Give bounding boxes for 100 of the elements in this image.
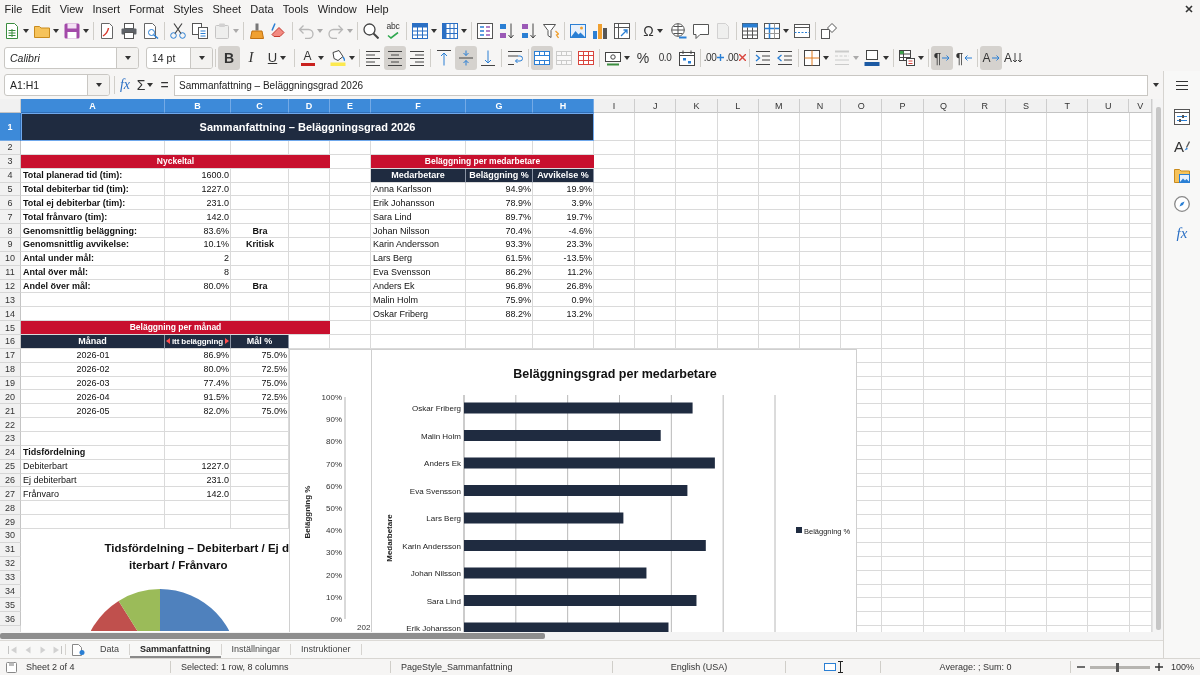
overflow-arrow-icon — [225, 338, 229, 345]
row-header[interactable]: 6 — [0, 196, 21, 211]
menu-item[interactable]: File — [0, 0, 27, 17]
scrollbar-thumb[interactable] — [0, 633, 545, 639]
employee-name: Anna Karlsson — [373, 184, 432, 194]
row-header[interactable]: 30 — [0, 529, 21, 543]
function-wizard-button[interactable]: fx — [117, 74, 133, 96]
row-header[interactable]: 35 — [0, 598, 21, 613]
menu-item[interactable]: View — [55, 0, 88, 17]
column-header[interactable]: G — [466, 99, 533, 113]
row-header[interactable]: 15 — [0, 321, 21, 336]
align-center-button[interactable] — [384, 45, 406, 70]
scrollbar-thumb[interactable] — [1155, 107, 1161, 630]
add-sheet-button[interactable] — [69, 641, 87, 658]
row-header[interactable]: 14 — [0, 307, 21, 322]
column-header[interactable]: F — [371, 99, 466, 113]
delete-decimal-button[interactable]: .00 — [725, 45, 747, 70]
add-decimal-button[interactable]: .00 — [703, 45, 725, 70]
row-header[interactable]: 28 — [0, 501, 21, 516]
category-label: Eva Svensson — [409, 486, 461, 496]
metric-value: 8 — [224, 267, 229, 278]
special-character-button[interactable]: Ω — [638, 18, 668, 43]
row-header[interactable]: 20 — [0, 390, 21, 405]
column-header[interactable]: D — [289, 99, 330, 113]
merge-center-button[interactable] — [531, 45, 553, 70]
percentage-value: 75.9% — [505, 294, 531, 305]
menu-item[interactable]: Sheet — [207, 0, 246, 17]
column-header[interactable]: E — [330, 99, 371, 113]
styles-button[interactable]: A — [1169, 133, 1195, 159]
column-header[interactable]: C — [231, 99, 289, 113]
menu-item[interactable]: Data — [245, 0, 279, 17]
row-header[interactable]: 16 — [0, 335, 21, 349]
column-header[interactable]: H — [533, 99, 594, 113]
row-header[interactable]: 9 — [0, 238, 21, 252]
column-heading: Månad — [21, 335, 165, 349]
vertical-text-button[interactable]: A — [1002, 45, 1024, 70]
tick-label: 50% — [326, 504, 342, 513]
text-direction-button[interactable]: A — [980, 45, 1002, 70]
percentage-value: 3.9% — [571, 197, 592, 208]
zoom-in-button[interactable] — [1155, 663, 1163, 671]
dropdown-button[interactable] — [87, 75, 109, 95]
row-header[interactable]: 29 — [0, 515, 21, 530]
employee-name: Sara Lind — [373, 211, 412, 222]
italic-button[interactable]: I — [240, 45, 262, 70]
spelling-button[interactable]: abc — [382, 18, 404, 43]
row-header[interactable]: 36 — [0, 612, 21, 627]
sheet-title: Sammanfattning – Beläggningsgrad 2026 — [21, 113, 594, 141]
selection-info: Selected: 1 row, 8 columns — [181, 662, 289, 672]
text-cursor-icon — [837, 661, 843, 673]
column-header[interactable]: A — [21, 99, 165, 113]
formula-button[interactable]: = — [157, 74, 172, 96]
row-header[interactable]: 8 — [0, 224, 21, 238]
row-header[interactable]: 23 — [0, 432, 21, 446]
font-color-button[interactable]: A — [297, 45, 327, 70]
font-name-field[interactable]: Calibri — [4, 46, 139, 69]
scissors-icon — [170, 22, 186, 39]
menu-item[interactable]: Help — [361, 0, 394, 17]
row-header[interactable]: 7 — [0, 210, 21, 225]
menu-item[interactable]: Styles — [168, 0, 208, 17]
merged-cells-icon — [556, 49, 572, 66]
sheet-tab[interactable]: Data — [90, 641, 129, 658]
menu-item[interactable]: Window — [313, 0, 362, 17]
tick-label: 70% — [326, 459, 342, 469]
two-pages-icon — [192, 22, 208, 39]
formula-input-field[interactable]: Sammanfattning – Beläggningsgrad 2026 — [174, 74, 1148, 96]
dropdown-button[interactable] — [190, 47, 212, 68]
sum-button[interactable]: Σ — [133, 74, 157, 96]
left-to-right-button[interactable]: ¶ — [931, 45, 953, 70]
font-size-field[interactable]: 14 pt — [146, 46, 213, 69]
window-sliders-icon — [1174, 109, 1190, 125]
row-header[interactable]: 2 — [0, 141, 21, 155]
bold-button[interactable]: B — [218, 45, 240, 70]
right-to-left-button[interactable]: ¶ — [953, 45, 975, 70]
row-header[interactable]: 1 — [0, 113, 21, 141]
row-header[interactable]: 22 — [0, 418, 21, 433]
arrow-right-icon — [39, 645, 46, 654]
menu-item[interactable]: Tools — [278, 0, 314, 17]
name-box-field[interactable]: A1:H1 — [4, 74, 110, 96]
category-label: Karin Andersson — [402, 541, 461, 551]
column-header[interactable]: B — [165, 99, 231, 113]
zoom-slider[interactable] — [1090, 665, 1150, 669]
column-header[interactable]: V — [1129, 99, 1152, 113]
row-header[interactable]: 13 — [0, 293, 21, 308]
underline-button[interactable]: U — [262, 45, 292, 70]
dropdown-button[interactable] — [116, 47, 138, 68]
menu-item[interactable]: Edit — [26, 0, 56, 17]
percent-button[interactable]: % — [632, 45, 654, 70]
sheet-tab[interactable]: Inställningar — [221, 641, 291, 658]
number-button[interactable]: 0.0 — [654, 45, 676, 70]
menu-item[interactable]: Insert — [87, 0, 125, 17]
slider-thumb[interactable] — [1116, 662, 1120, 672]
menu-item[interactable]: Format — [124, 0, 169, 17]
line-styles-icon — [833, 49, 850, 66]
row-header[interactable]: 21 — [0, 404, 21, 419]
functions-button[interactable]: fx — [1169, 220, 1195, 246]
chart-title: iterbart / Frånvaro — [129, 558, 228, 573]
row-header[interactable]: 27 — [0, 487, 21, 502]
arrows-down-icon — [1013, 52, 1022, 63]
close-document-button[interactable] — [1185, 4, 1193, 13]
sheet-tab[interactable]: Instruktioner — [291, 641, 361, 658]
